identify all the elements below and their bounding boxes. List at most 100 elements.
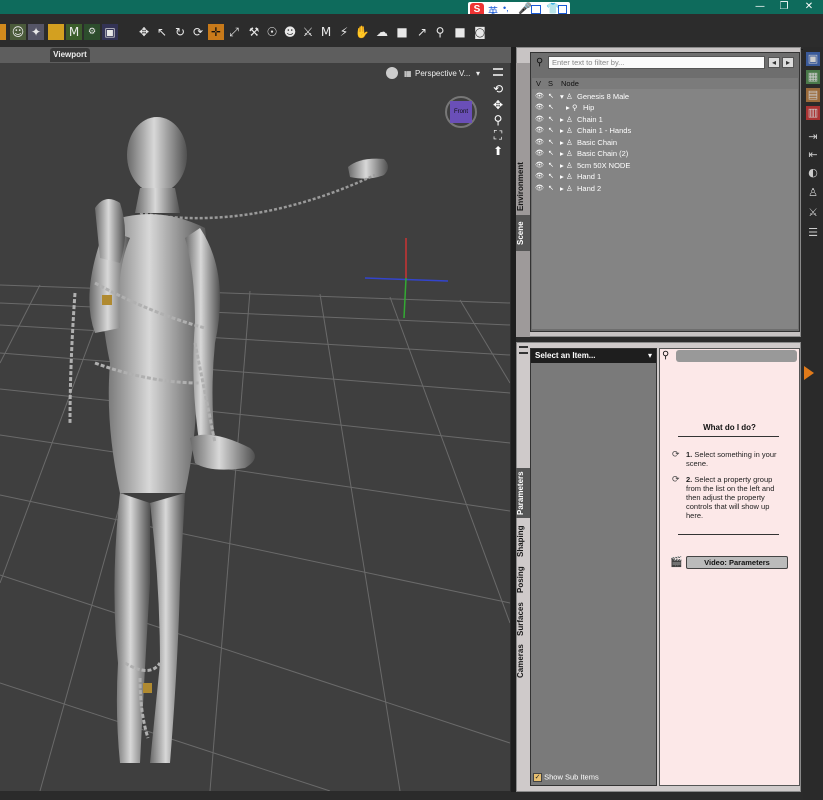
draw-style-icon[interactable] <box>386 67 398 79</box>
restore-button[interactable]: ❐ <box>774 0 794 14</box>
active-pose-icon[interactable]: ☻ <box>282 24 298 40</box>
spot-render-icon[interactable]: ☁ <box>374 24 390 40</box>
tab-cameras[interactable]: Cameras <box>516 642 530 680</box>
tree-row-chain-1[interactable]: 👁 ↖ ▸ ♙ Chain 1 <box>532 114 798 125</box>
help-search-input[interactable] <box>676 350 797 362</box>
eye-icon[interactable]: 👁 <box>535 183 544 194</box>
viewport-menu-icon[interactable] <box>493 68 503 76</box>
tab-parameters[interactable]: Parameters <box>516 468 530 518</box>
viewport-3d[interactable] <box>0 63 510 791</box>
chevron-down-icon[interactable]: ▾ <box>648 349 652 363</box>
tree-row-hand-1[interactable]: 👁 ↖ ▸ ♙ Hand 1 <box>532 171 798 182</box>
render-settings-icon[interactable]: ▤ <box>806 88 820 102</box>
tree-row-genesis-8-male[interactable]: 👁 ↖ ▾ ♙ Genesis 8 Male <box>532 91 798 102</box>
universal-tool-icon[interactable]: ✥ <box>136 24 152 40</box>
select-arrow-icon[interactable]: ↖ <box>548 91 554 102</box>
tab-surfaces[interactable]: Surfaces <box>516 600 530 638</box>
expand-icon[interactable]: ▸ <box>560 160 564 171</box>
figure-tool-icon[interactable]: ♙ <box>806 186 820 200</box>
select-arrow-icon[interactable]: ↖ <box>548 102 554 113</box>
figure-icon[interactable]: ☺ <box>10 24 26 40</box>
expand-icon[interactable]: ▸ <box>560 114 564 125</box>
ime-keyboard-icon[interactable] <box>531 5 541 14</box>
gear-plus-icon[interactable]: ⚙ <box>84 24 100 40</box>
powerpose-icon[interactable]: ⚔ <box>300 24 316 40</box>
region-icon[interactable]: ✋ <box>354 24 370 40</box>
import-icon[interactable]: ⇥ <box>806 130 820 144</box>
expand-icon[interactable]: ▸ <box>560 171 564 182</box>
eye-icon[interactable]: 👁 <box>535 171 544 182</box>
tab-environment[interactable]: Environment <box>516 157 530 217</box>
select-arrow-icon[interactable]: ↖ <box>548 125 554 136</box>
tree-row-hip[interactable]: 👁 ↖ ▸ ⚲ Hip <box>532 102 798 113</box>
property-group-list[interactable] <box>530 348 657 786</box>
checkbox-icon[interactable]: ✓ <box>533 772 542 782</box>
expand-icon[interactable]: ▸ <box>560 148 564 159</box>
smart-content-icon[interactable]: ▣ <box>806 52 820 66</box>
reset-view-icon[interactable]: ⬆ <box>491 144 505 158</box>
content-library-icon[interactable]: ▦ <box>806 70 820 84</box>
expand-icon[interactable]: ▾ <box>560 91 564 102</box>
ime-punctuation-icon[interactable]: •, <box>503 3 509 13</box>
expand-icon[interactable]: ▸ <box>560 125 564 136</box>
expand-icon[interactable]: ▸ <box>566 102 570 113</box>
item-selector[interactable]: Select an Item... ▾ <box>531 349 656 363</box>
tab-posing[interactable]: Posing <box>516 564 530 596</box>
pointer-icon[interactable]: ↖ <box>154 24 170 40</box>
view-cube[interactable]: Front <box>443 94 479 130</box>
video-parameters-button[interactable]: Video: Parameters <box>686 556 788 569</box>
eye-icon[interactable]: 👁 <box>535 148 544 159</box>
lights-icon[interactable]: ◐ <box>806 166 820 180</box>
column-visible[interactable]: V <box>536 79 541 88</box>
plugin-icon[interactable]: ▣ <box>102 24 118 40</box>
eye-icon[interactable]: 👁 <box>535 91 544 102</box>
orbit-icon[interactable]: ⟲ <box>491 82 505 96</box>
pan-icon[interactable]: ✥ <box>491 98 505 112</box>
eye-icon[interactable]: 👁 <box>535 160 544 171</box>
color-icon[interactable]: ▥ <box>806 106 820 120</box>
column-selectable[interactable]: S <box>548 79 553 88</box>
m-plus-icon[interactable]: M <box>66 24 82 40</box>
select-arrow-icon[interactable]: ↖ <box>548 137 554 148</box>
select-arrow-icon[interactable]: ↖ <box>548 171 554 182</box>
close-button[interactable]: ✕ <box>799 0 819 14</box>
zoom-icon[interactable]: ⚲ <box>491 113 505 127</box>
ime-menu-icon[interactable] <box>558 5 567 14</box>
expand-icon[interactable]: ▸ <box>560 183 564 194</box>
select-arrow-icon[interactable]: ↖ <box>548 160 554 171</box>
frame-icon[interactable]: ⛶ <box>491 128 505 142</box>
camera-icon[interactable]: ◙ <box>472 24 488 40</box>
twist-icon[interactable]: ⟳ <box>190 24 206 40</box>
tree-row-5cm-50x-node[interactable]: 👁 ↖ ▸ ♙ 5cm 50X NODE <box>532 160 798 171</box>
link-icon[interactable]: ⚲ <box>432 24 448 40</box>
tab-scene[interactable]: Scene <box>516 215 530 251</box>
rotate-icon[interactable]: ↻ <box>172 24 188 40</box>
params-pane-menu-icon[interactable] <box>519 346 528 354</box>
tree-row-basic-chain-2[interactable]: 👁 ↖ ▸ ♙ Basic Chain (2) <box>532 148 798 159</box>
render-icon[interactable]: ■ <box>452 24 468 40</box>
scale-icon[interactable]: ⤢ <box>226 24 242 40</box>
tree-row-basic-chain[interactable]: 👁 ↖ ▸ ♙ Basic Chain <box>532 137 798 148</box>
show-sub-items-checkbox[interactable]: ✓ Show Sub Items <box>533 772 599 782</box>
morph-tool-icon[interactable]: ☰ <box>806 226 820 240</box>
node-icon[interactable]: ↗ <box>414 24 430 40</box>
filter-next-button[interactable]: ▸ <box>782 57 794 68</box>
chevron-down-icon[interactable]: ▾ <box>476 67 480 81</box>
scene-filter-input[interactable]: Enter text to filter by... <box>548 56 765 69</box>
folder-icon[interactable] <box>48 24 64 40</box>
eye-icon[interactable]: 👁 <box>535 102 544 113</box>
eye-icon[interactable]: 👁 <box>535 137 544 148</box>
viewport-tab[interactable]: Viewport <box>50 48 90 62</box>
eye-icon[interactable]: 👁 <box>535 114 544 125</box>
pose-tool-icon[interactable]: ⚔ <box>806 206 820 220</box>
export-icon[interactable]: ⇤ <box>806 148 820 162</box>
surface-icon[interactable]: M <box>318 24 334 40</box>
tab-shaping[interactable]: Shaping <box>516 522 530 560</box>
translate-icon[interactable]: ✛ <box>208 24 224 40</box>
pose-icon[interactable]: ✦ <box>28 24 44 40</box>
filter-prev-button[interactable]: ◂ <box>768 57 780 68</box>
node-weight-icon[interactable]: ☉ <box>264 24 280 40</box>
select-arrow-icon[interactable]: ↖ <box>548 114 554 125</box>
tree-row-hand-2[interactable]: 👁 ↖ ▸ ♙ Hand 2 <box>532 183 798 194</box>
camera-tool-icon[interactable]: ■ <box>394 24 410 40</box>
